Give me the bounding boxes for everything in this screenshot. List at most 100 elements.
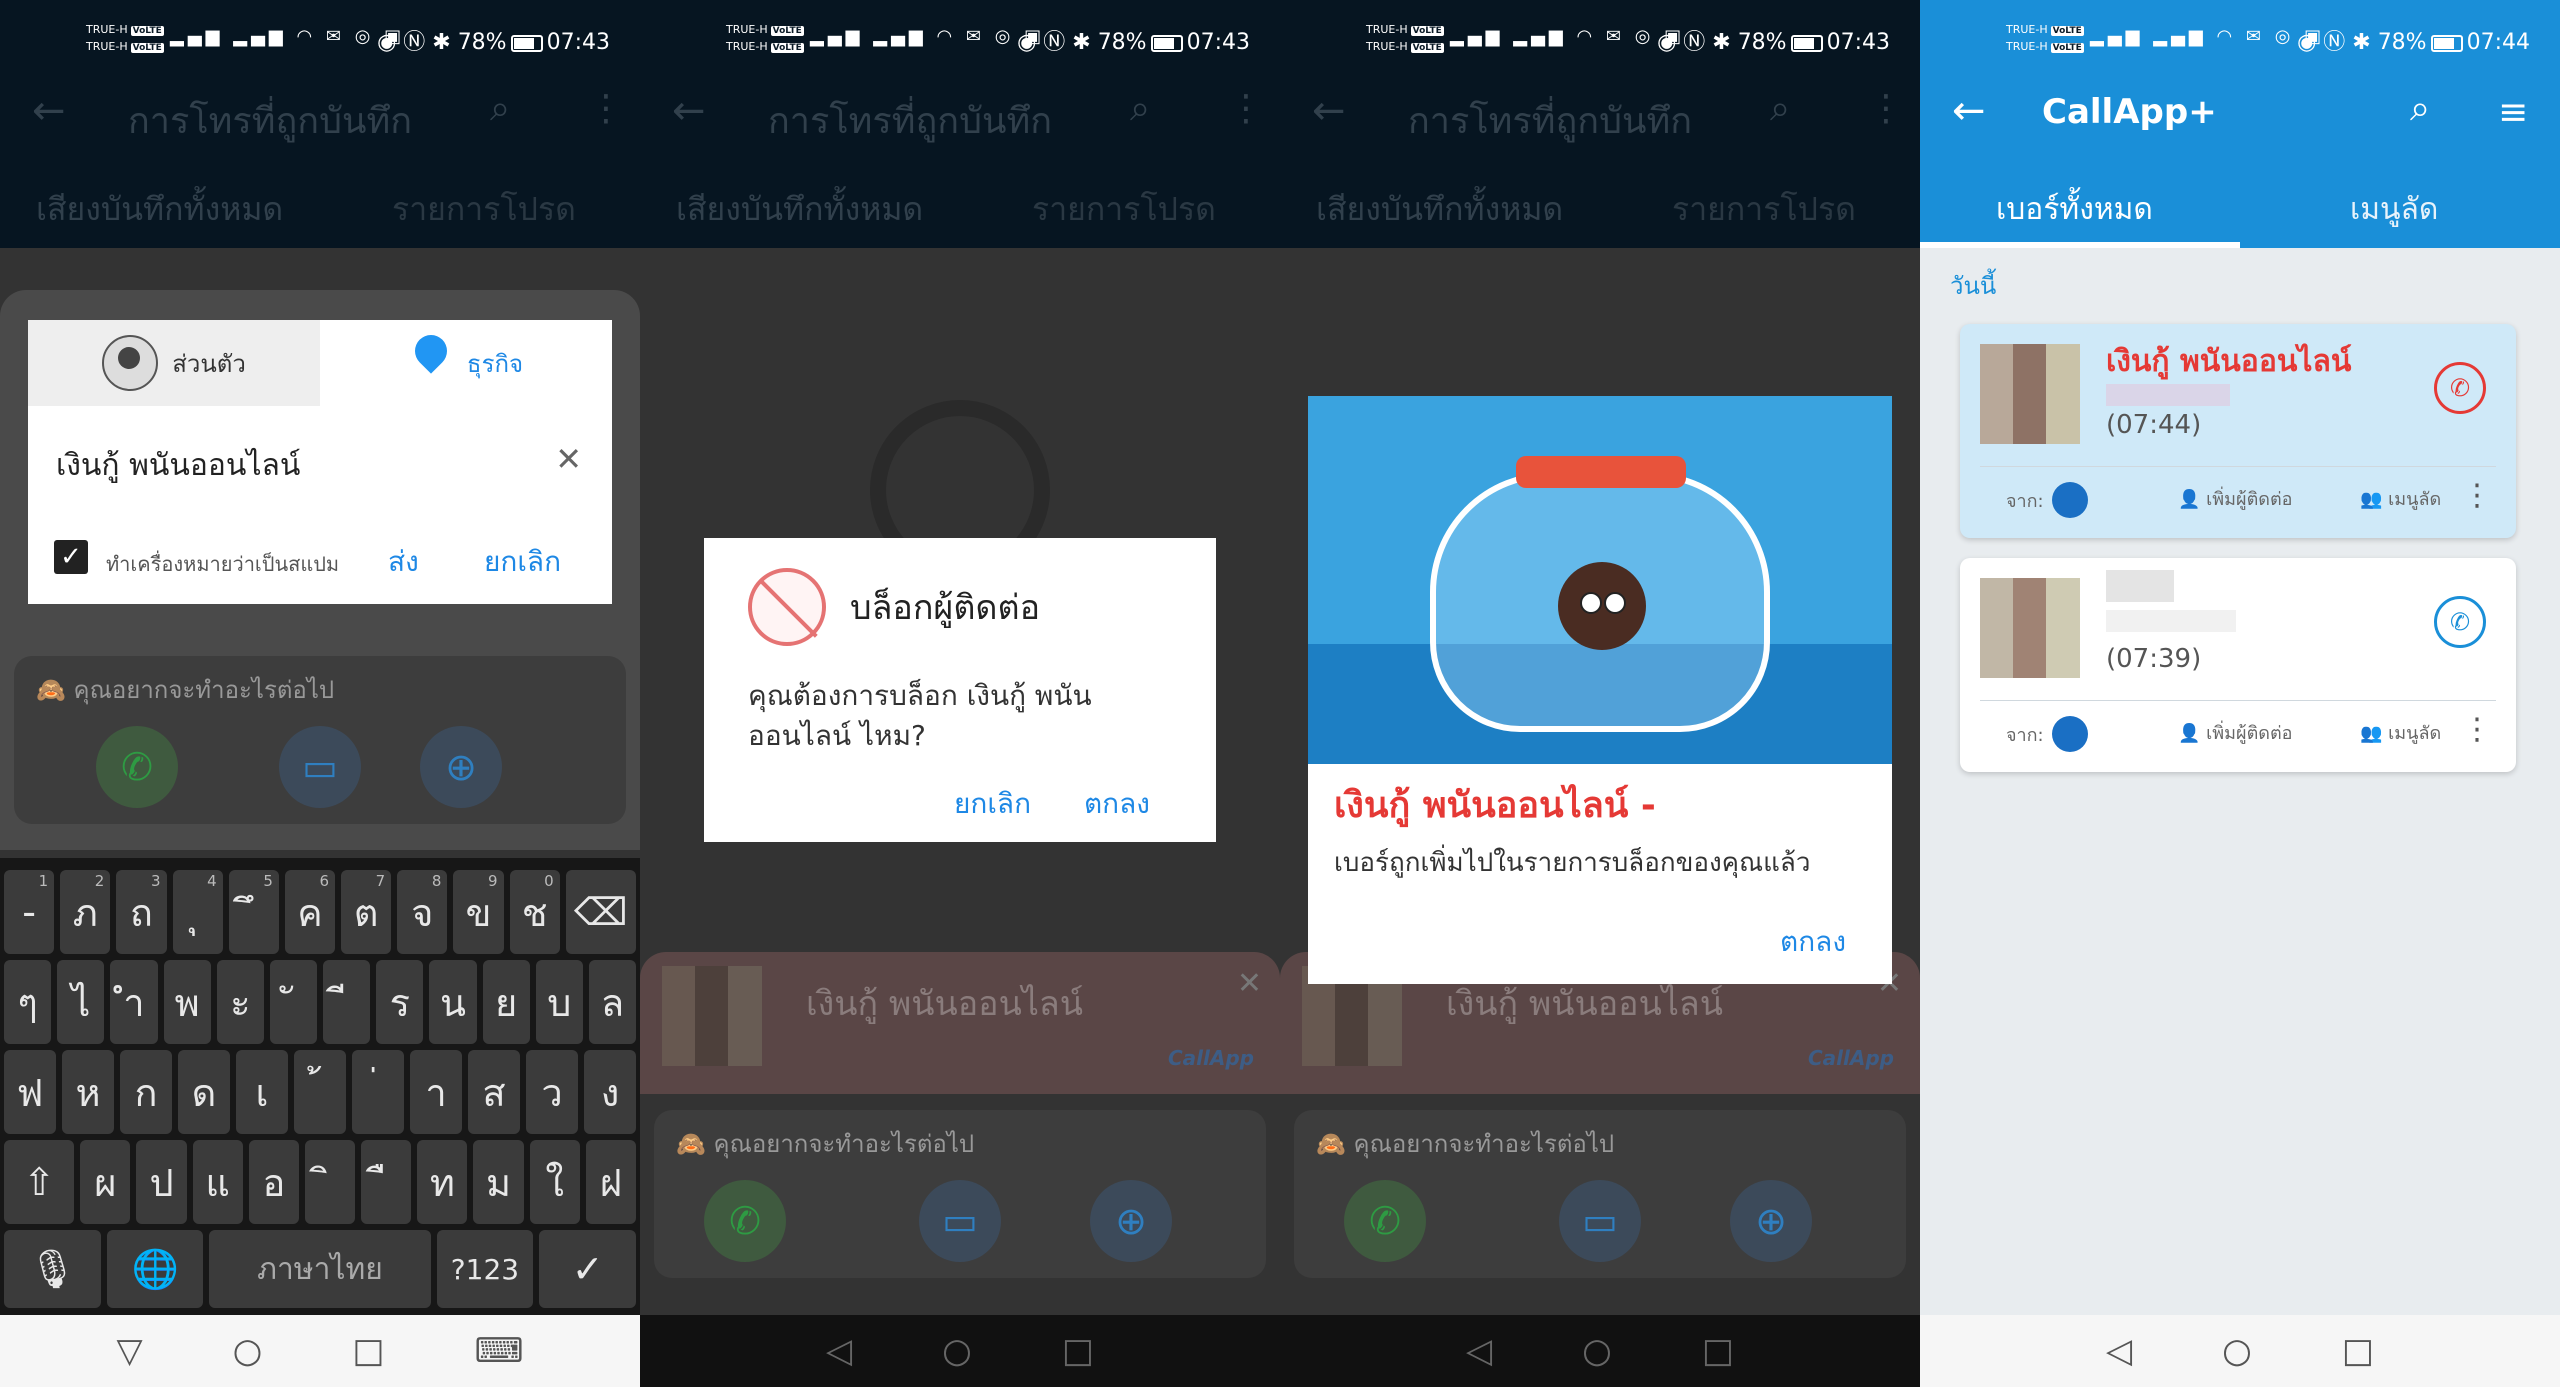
cancel-button[interactable]: ยกเลิก xyxy=(484,540,561,584)
keyboard-key[interactable]: ฟ xyxy=(4,1050,56,1134)
shortcut-button[interactable]: 👥 เมนูลัด xyxy=(2360,718,2441,747)
add-contact-button[interactable]: 👤 เพิ่มผู้ติดต่อ xyxy=(2178,718,2292,747)
nav-back-icon[interactable]: ◁ xyxy=(1466,1331,1492,1371)
tab-favorites[interactable]: รายการโปรด xyxy=(1032,184,1216,235)
more-vert-icon[interactable]: ⋮ xyxy=(2462,712,2492,747)
shift-key[interactable]: ⇧ xyxy=(4,1140,75,1224)
keyboard-key[interactable]: 7ต xyxy=(341,870,392,954)
search-icon[interactable]: ⌕ xyxy=(1770,88,1790,130)
call-button[interactable]: ✆ xyxy=(96,726,178,808)
keyboard-key[interactable]: ผ xyxy=(80,1140,131,1224)
keyboard-key[interactable]: ำ xyxy=(110,960,158,1044)
phone-icon[interactable]: ✆ xyxy=(2434,362,2486,414)
tab-all-numbers[interactable]: เบอร์ทั้งหมด xyxy=(1996,186,2153,233)
nav-home-icon[interactable]: ○ xyxy=(233,1331,263,1371)
keyboard-key[interactable]: ่ xyxy=(352,1050,404,1134)
phone-icon[interactable]: ✆ xyxy=(2434,596,2486,648)
keyboard-key[interactable]: 9ข xyxy=(453,870,504,954)
add-contact-button[interactable]: ⊕ xyxy=(420,726,502,808)
keyboard-key[interactable]: ด xyxy=(178,1050,230,1134)
call-log-item[interactable]: เงินกู้ พนันออนไลน์ (07:44) ✆ จาก: 👤 เพิ… xyxy=(1960,324,2516,538)
tab-favorites[interactable]: รายการโปรด xyxy=(392,184,576,235)
back-arrow-icon[interactable]: ← xyxy=(672,88,706,134)
keyboard-key[interactable]: ๆ xyxy=(4,960,52,1044)
name-input[interactable]: เงินกู้ พนันออนไลน์ ✕ xyxy=(28,406,612,516)
tab-all-recordings[interactable]: เสียงบันทึกทั้งหมด xyxy=(36,184,283,235)
keyboard-key[interactable]: ง xyxy=(584,1050,636,1134)
call-button[interactable]: ✆ xyxy=(1344,1180,1426,1262)
nav-home-icon[interactable]: ○ xyxy=(1582,1331,1612,1371)
keyboard-key[interactable]: ป xyxy=(136,1140,187,1224)
tab-shortcuts[interactable]: เมนูลัด xyxy=(2350,186,2438,233)
tab-all-recordings[interactable]: เสียงบันทึกทั้งหมด xyxy=(676,184,923,235)
more-vert-icon[interactable]: ⋮ xyxy=(2462,478,2492,513)
back-arrow-icon[interactable]: ← xyxy=(32,88,66,134)
keyboard-key[interactable]: อ xyxy=(248,1140,299,1224)
keyboard-key[interactable]: ไ xyxy=(57,960,105,1044)
keyboard-key[interactable]: แ xyxy=(192,1140,243,1224)
keyboard-key[interactable]: ฝ xyxy=(585,1140,636,1224)
keyboard-key[interactable]: ก xyxy=(120,1050,172,1134)
keyboard-key[interactable]: ม xyxy=(473,1140,524,1224)
call-log-item[interactable]: (07:39) ✆ จาก: 👤 เพิ่มผู้ติดต่อ 👥 เมนูลั… xyxy=(1960,558,2516,772)
more-vert-icon[interactable]: ⋮ xyxy=(1228,88,1264,129)
keyboard-key[interactable]: ั xyxy=(269,960,318,1044)
keyboard-key[interactable]: ื xyxy=(361,1140,412,1224)
keyboard-key[interactable]: บ xyxy=(535,960,583,1044)
keyboard-key[interactable]: น xyxy=(429,960,477,1044)
nav-recents-icon[interactable]: □ xyxy=(2342,1331,2374,1371)
tab-business[interactable]: ธุรกิจ xyxy=(320,320,612,406)
keyboard-key[interactable]: ะ xyxy=(216,960,264,1044)
keyboard-key[interactable]: า xyxy=(410,1050,462,1134)
spam-checkbox[interactable]: ✓ xyxy=(54,540,88,574)
nav-home-icon[interactable]: ○ xyxy=(942,1331,972,1371)
keyboard-key[interactable]: ย xyxy=(482,960,530,1044)
keyboard-key[interactable]: 0ช xyxy=(509,870,560,954)
keyboard-key[interactable]: ใ xyxy=(529,1140,580,1224)
tab-personal[interactable]: ส่วนตัว xyxy=(28,320,320,406)
backspace-key[interactable]: ⌫ xyxy=(565,870,636,954)
keyboard-key[interactable]: 8จ xyxy=(397,870,448,954)
keyboard-key[interactable]: ห xyxy=(62,1050,114,1134)
shortcut-button[interactable]: 👥 เมนูลัด xyxy=(2360,484,2441,513)
keyboard-key[interactable]: 4ุ xyxy=(172,870,223,954)
keyboard-key[interactable]: 6ค xyxy=(284,870,336,954)
back-arrow-icon[interactable]: ← xyxy=(1952,88,1986,134)
nav-recents-icon[interactable]: □ xyxy=(1702,1331,1734,1371)
globe-key[interactable]: 🌐 xyxy=(106,1230,204,1308)
nav-home-icon[interactable]: ○ xyxy=(2222,1331,2252,1371)
add-contact-button[interactable]: 👤 เพิ่มผู้ติดต่อ xyxy=(2178,484,2292,513)
add-contact-button[interactable]: ⊕ xyxy=(1730,1180,1812,1262)
message-button[interactable]: ▭ xyxy=(279,726,361,808)
add-contact-button[interactable]: ⊕ xyxy=(1090,1180,1172,1262)
message-button[interactable]: ▭ xyxy=(1559,1180,1641,1262)
ok-button[interactable]: ตกลง xyxy=(1084,782,1150,826)
keyboard-key[interactable]: ี xyxy=(323,960,371,1044)
ok-button[interactable]: ตกลง xyxy=(1780,920,1846,964)
space-key[interactable]: ภาษาไทย xyxy=(209,1230,431,1308)
keyboard-key[interactable]: 2ภ xyxy=(60,870,111,954)
keyboard-key[interactable]: 3ถ xyxy=(116,870,167,954)
close-icon[interactable]: ✕ xyxy=(1237,966,1262,1001)
keyboard-key[interactable]: ล xyxy=(588,960,637,1044)
keyboard-key[interactable]: เ xyxy=(236,1050,288,1134)
nav-recents-icon[interactable]: □ xyxy=(352,1331,384,1371)
search-icon[interactable]: ⌕ xyxy=(2410,88,2430,130)
call-button[interactable]: ✆ xyxy=(704,1180,786,1262)
nav-recents-icon[interactable]: □ xyxy=(1062,1331,1094,1371)
send-button[interactable]: ส่ง xyxy=(388,540,419,584)
cancel-button[interactable]: ยกเลิก xyxy=(954,782,1031,826)
keyboard-icon[interactable]: ⌨ xyxy=(474,1331,523,1371)
keyboard-key[interactable]: 1- xyxy=(4,870,55,954)
keyboard-key[interactable]: ท xyxy=(417,1140,468,1224)
keyboard-key[interactable]: 5ึ xyxy=(228,870,279,954)
keyboard-key[interactable]: พ xyxy=(163,960,211,1044)
more-vert-icon[interactable]: ⋮ xyxy=(1868,88,1904,129)
nav-back-icon[interactable]: ◁ xyxy=(2106,1331,2132,1371)
more-vert-icon[interactable]: ⋮ xyxy=(588,88,624,129)
message-button[interactable]: ▭ xyxy=(919,1180,1001,1262)
back-arrow-icon[interactable]: ← xyxy=(1312,88,1346,134)
clear-icon[interactable]: ✕ xyxy=(555,440,582,478)
nav-back-icon[interactable]: ▽ xyxy=(116,1331,142,1371)
keyboard-key[interactable]: ร xyxy=(376,960,424,1044)
